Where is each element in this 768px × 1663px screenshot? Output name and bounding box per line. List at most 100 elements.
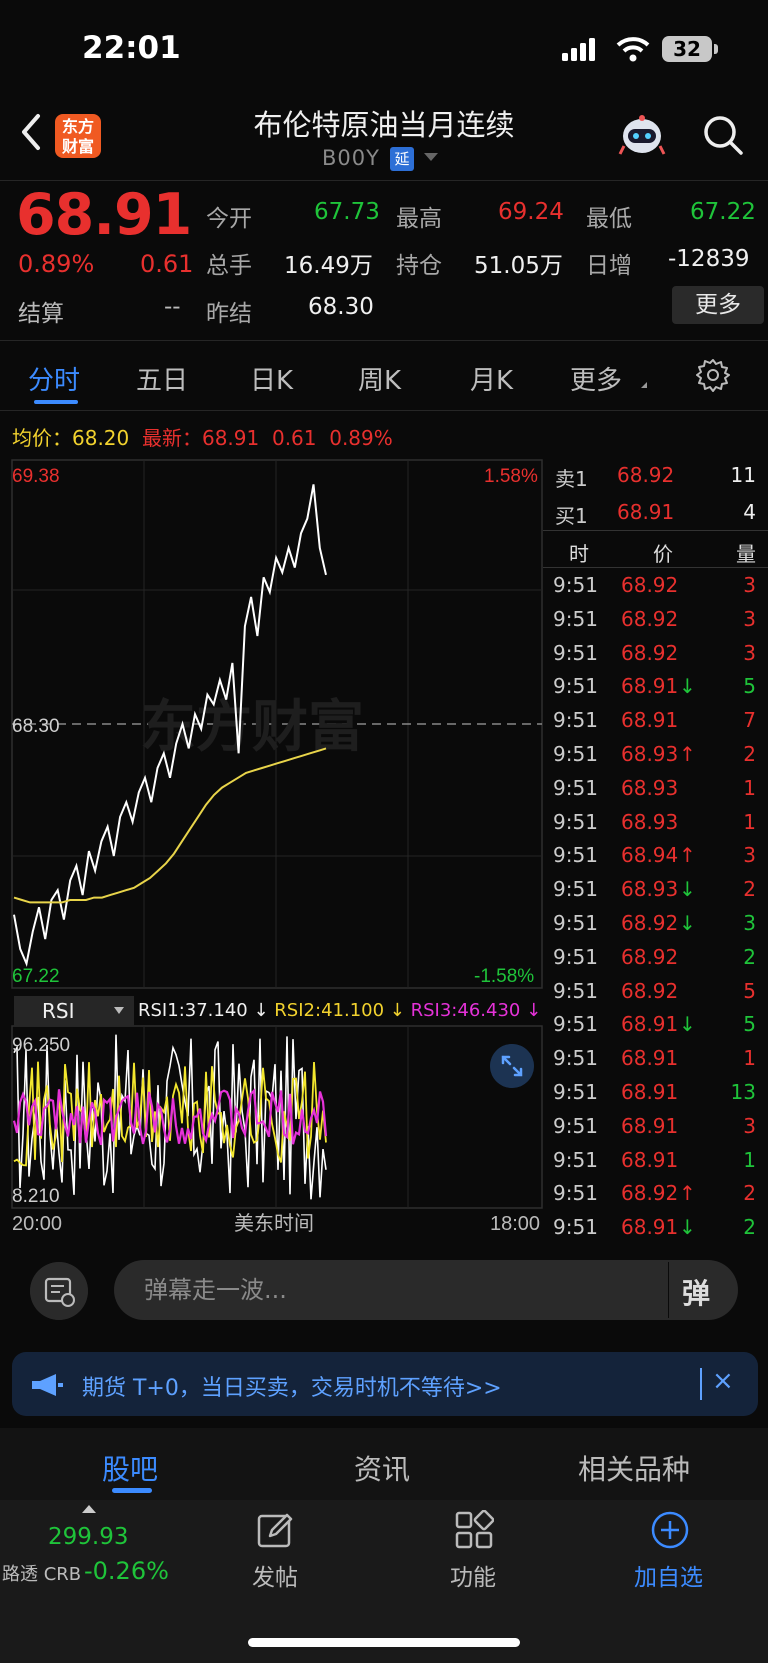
robot-assistant-icon[interactable]: [618, 114, 666, 160]
trade-price: 68.91: [621, 1215, 679, 1240]
trade-time: 9:51: [553, 1113, 598, 1138]
trade-price: 68.92: [621, 1181, 679, 1206]
search-icon[interactable]: [702, 114, 744, 156]
trade-price: 68.91: [621, 1113, 679, 1138]
crb-label[interactable]: 路透 CRB: [2, 1560, 81, 1586]
delay-badge: 延: [390, 147, 414, 171]
trade-price: 68.92: [621, 910, 679, 935]
rsi3-value: 46.430: [457, 1000, 521, 1021]
battery-tip: [714, 44, 718, 54]
ask-label: 卖1: [555, 467, 588, 491]
change-percent: 0.89%: [18, 250, 95, 278]
arrow-down-icon: ↓: [679, 910, 696, 935]
arrow-up-icon: ↑: [679, 843, 696, 868]
trade-row: 9:51 68.93 1: [543, 771, 768, 805]
functions-button[interactable]: 功能: [450, 1558, 496, 1592]
battery-icon: 32: [662, 36, 712, 62]
wifi-icon: [616, 37, 650, 62]
trade-price: 68.93: [621, 775, 679, 800]
trade-row: 9:51 68.92 3: [543, 568, 768, 602]
trade-price: 68.91: [621, 1012, 679, 1037]
chevron-down-icon[interactable]: [114, 1007, 124, 1014]
close-icon[interactable]: ×: [712, 1366, 734, 1396]
trade-time: 9:51: [553, 910, 598, 935]
trade-time: 9:51: [553, 775, 598, 800]
tab-weekly-k[interactable]: 周K: [358, 360, 401, 397]
trade-time: 9:51: [553, 640, 598, 665]
divider: [0, 410, 768, 411]
tab-more[interactable]: 更多: [570, 360, 622, 397]
last-price: 68.91: [16, 182, 192, 248]
banner-text[interactable]: 期货 T+0，当日买卖，交易时机不等待>>: [82, 1370, 502, 1402]
add-watchlist-button[interactable]: 加自选: [634, 1558, 703, 1592]
ask-row: 卖1 68.92 11: [543, 456, 768, 493]
post-button[interactable]: 发帖: [252, 1558, 298, 1592]
home-indicator: [248, 1638, 520, 1647]
tab-five-day[interactable]: 五日: [136, 360, 188, 397]
latest-change: 0.61: [271, 426, 317, 450]
tab-intraday[interactable]: 分时: [28, 360, 80, 397]
trade-time: 9:51: [553, 1012, 598, 1037]
tab-news[interactable]: 资讯: [354, 1448, 410, 1488]
danmu-send-button[interactable]: 弹: [682, 1272, 710, 1312]
trade-volume: 2: [743, 741, 756, 766]
settle-value: --: [164, 294, 181, 320]
tab-related[interactable]: 相关品种: [578, 1448, 690, 1488]
prev-settle-label: 昨结: [206, 301, 252, 327]
trade-time: 9:51: [553, 1181, 598, 1206]
danmu-toggle-icon[interactable]: [30, 1262, 88, 1320]
caret-up-icon[interactable]: [82, 1505, 96, 1513]
trade-row: 9:51 68.91 1: [543, 1143, 768, 1177]
trade-volume: 1: [743, 1147, 756, 1172]
trade-volume: 3: [743, 640, 756, 665]
trade-price: 68.93: [621, 741, 679, 766]
trade-row: 9:51 68.92 ↑ 2: [543, 1176, 768, 1210]
trade-row: 9:51 68.92 3: [543, 636, 768, 670]
tab-monthly-k[interactable]: 月K: [470, 360, 513, 397]
edit-icon[interactable]: [256, 1510, 296, 1550]
trade-time: 9:51: [553, 809, 598, 834]
oi-change-label: 日增: [586, 253, 632, 279]
gear-icon[interactable]: [696, 358, 730, 392]
apps-icon[interactable]: [454, 1510, 494, 1550]
low-label: 最低: [586, 206, 632, 232]
trade-volume: 7: [743, 708, 756, 733]
x-end-label: 18:00: [490, 1213, 540, 1235]
danmu-input[interactable]: 弹幕走一波...: [114, 1260, 738, 1320]
trade-volume: 3: [743, 573, 756, 597]
expand-icon[interactable]: [490, 1044, 534, 1088]
trade-volume: 3: [743, 606, 756, 631]
trade-time: 9:51: [553, 573, 598, 597]
high-label: 最高: [396, 206, 442, 232]
header-time: 时: [569, 542, 589, 566]
tab-guba[interactable]: 股吧: [102, 1448, 158, 1488]
more-button[interactable]: 更多: [672, 286, 764, 324]
trade-volume: 1: [743, 1046, 756, 1071]
y-top-label: 69.38: [12, 466, 60, 487]
add-icon[interactable]: [650, 1510, 690, 1550]
trades-header: 时 价 量: [543, 531, 768, 567]
trade-time: 9:51: [553, 1215, 598, 1240]
y-mid-label: 68.30: [12, 716, 60, 737]
trade-row: 9:51 68.91 ↓ 2: [543, 1210, 768, 1244]
cellular-signal-icon: [562, 38, 595, 61]
arrow-down-icon: ↓: [679, 1012, 696, 1037]
chevron-down-icon[interactable]: [424, 153, 438, 161]
trade-volume: 5: [743, 1012, 756, 1037]
trade-volume: 1: [743, 775, 756, 800]
trade-volume: 2: [743, 944, 756, 969]
intraday-chart[interactable]: 东方财富 69.38 68.30 67.22 1.58% -1.58% 96.2…: [0, 456, 543, 1236]
tab-daily-k[interactable]: 日K: [250, 360, 293, 397]
trade-time: 9:51: [553, 741, 598, 766]
contract-code[interactable]: B00Y: [322, 146, 380, 170]
trade-row: 9:51 68.91 1: [543, 1041, 768, 1075]
trade-time: 9:51: [553, 843, 598, 868]
rsi-values: RSI1:37.140 ↓ RSI2:41.100 ↓ RSI3:46.430 …: [138, 1000, 542, 1021]
trade-volume: 13: [730, 1079, 756, 1104]
latest-label: 最新：: [141, 426, 202, 450]
crb-percent[interactable]: -0.26%: [84, 1557, 169, 1585]
crb-value[interactable]: 299.93: [48, 1524, 128, 1550]
rsi1-value: 37.140: [184, 1000, 248, 1021]
bid-price: 68.91: [617, 500, 675, 524]
open-label: 今开: [206, 206, 252, 232]
